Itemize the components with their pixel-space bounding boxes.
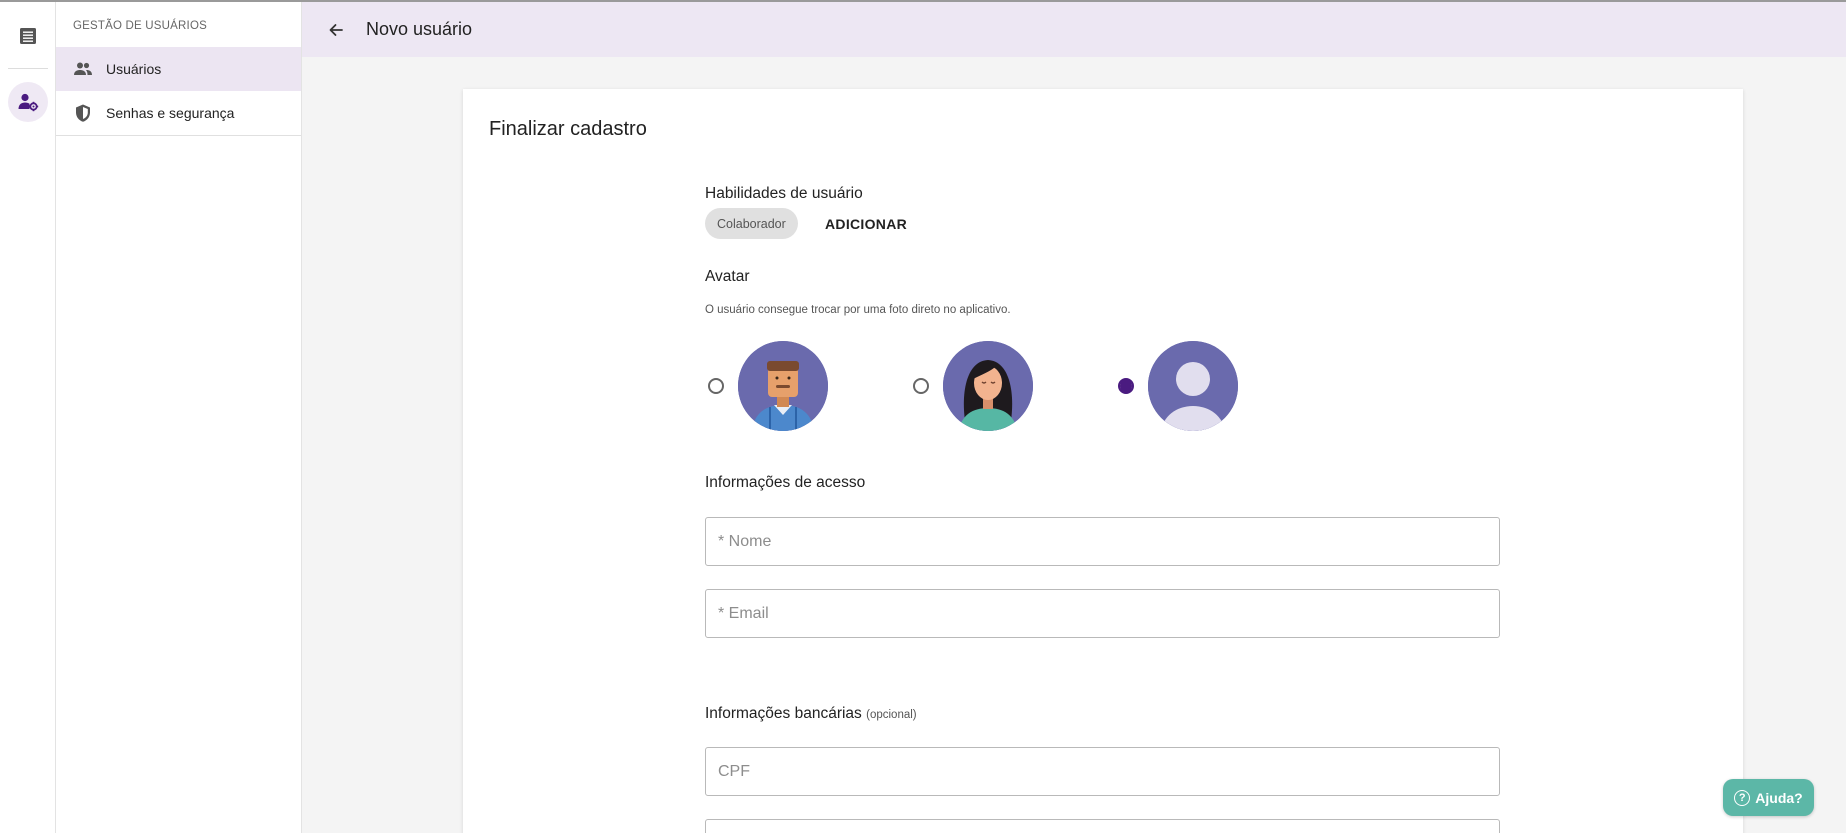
banking-info-label: Informações bancárias (opcional) <box>705 705 917 723</box>
page-title: Novo usuário <box>366 19 473 39</box>
avatar-hint: O usuário consegue trocar por uma foto d… <box>705 304 1011 316</box>
optional-tag: (opcional) <box>866 709 917 721</box>
name-field[interactable] <box>705 517 1500 566</box>
email-input[interactable] <box>706 590 1499 637</box>
sidebar-item-label: Senhas e segurança <box>106 105 235 121</box>
sidebar-divider <box>56 135 301 136</box>
banking-info-title: Informações bancárias <box>705 705 862 722</box>
skill-chip[interactable]: Colaborador <box>705 208 798 239</box>
people-icon <box>73 59 93 79</box>
access-info-label: Informações de acesso <box>705 474 866 491</box>
avatar-label: Avatar <box>705 268 750 285</box>
add-skill-button[interactable]: ADICIONAR <box>825 216 907 232</box>
avatar-woman-image <box>943 341 1033 431</box>
rail-divider <box>8 68 48 69</box>
form-card: Finalizar cadastro Habilidades de usuári… <box>463 89 1743 833</box>
help-label: Ajuda? <box>1755 789 1803 806</box>
help-button[interactable]: ? Ajuda? <box>1723 779 1814 816</box>
next-bank-field[interactable] <box>705 819 1500 833</box>
avatar-default-image <box>1148 341 1238 431</box>
avatar-option-man[interactable] <box>708 340 828 432</box>
icon-rail <box>0 2 56 833</box>
avatar-radio-woman[interactable] <box>913 378 929 394</box>
avatar-radio-default[interactable] <box>1118 378 1134 394</box>
card-title: Finalizar cadastro <box>489 118 647 140</box>
cpf-field[interactable] <box>705 747 1500 796</box>
sidebar-item-users[interactable]: Usuários <box>56 47 301 91</box>
avatar-radio-man[interactable] <box>708 378 724 394</box>
sidebar-item-security[interactable]: Senhas e segurança <box>56 91 301 135</box>
page-header: Novo usuário <box>302 2 1846 57</box>
sidebar-item-label: Usuários <box>106 61 162 77</box>
sidebar-title: GESTÃO DE USUÁRIOS <box>73 20 207 32</box>
arrow-left-icon[interactable] <box>320 14 352 46</box>
skills-label: Habilidades de usuário <box>705 185 863 202</box>
email-field[interactable] <box>705 589 1500 638</box>
avatar-man-image <box>738 341 828 431</box>
user-settings-icon[interactable] <box>8 82 48 122</box>
avatar-option-default[interactable] <box>1118 340 1238 432</box>
name-input[interactable] <box>706 518 1499 565</box>
shield-icon <box>73 103 93 123</box>
cpf-input[interactable] <box>706 748 1499 795</box>
avatar-option-woman[interactable] <box>913 340 1033 432</box>
list-icon[interactable] <box>8 16 48 56</box>
sidebar: GESTÃO DE USUÁRIOS Usuários Senhas e seg… <box>56 2 302 833</box>
help-question-icon: ? <box>1734 789 1751 806</box>
